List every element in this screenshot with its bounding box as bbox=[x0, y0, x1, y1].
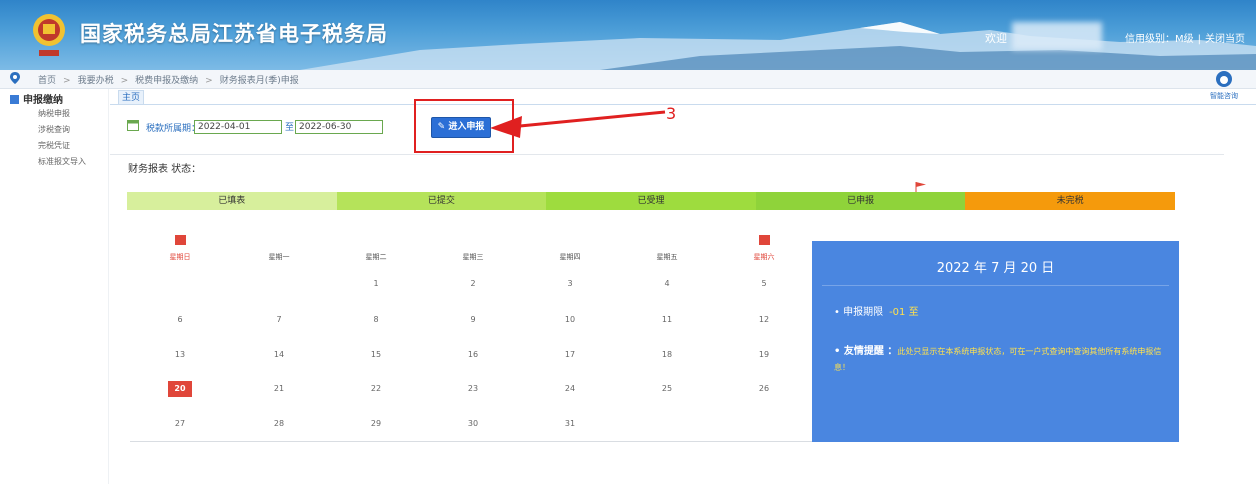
smart-consult-button[interactable]: 智能咨询 bbox=[1206, 70, 1242, 106]
breadcrumb-separator: > bbox=[120, 76, 129, 86]
weekend-marker-icon bbox=[175, 235, 186, 245]
breadcrumb-tax-handling[interactable]: 我要办税 bbox=[78, 76, 114, 86]
enter-declaration-label: 进入申报 bbox=[448, 122, 485, 132]
calendar-day[interactable]: 5 bbox=[752, 276, 776, 292]
tab-divider bbox=[110, 104, 1256, 105]
annotation-step-number: 3 bbox=[666, 104, 677, 123]
menu-square-icon bbox=[10, 95, 19, 104]
info-date: 2022 年 7 月 20 日 bbox=[936, 261, 1055, 276]
period-start-input[interactable]: 2022-04-01 bbox=[194, 120, 282, 134]
status-title: 财务报表 状态： bbox=[128, 164, 202, 175]
info-panel: 2022 年 7 月 20 日 • 申报期限 -01 至 • 友情提醒 ：此处只显… bbox=[812, 241, 1179, 442]
status-submitted: 已提交 bbox=[336, 192, 547, 210]
calendar-day[interactable]: 26 bbox=[752, 381, 776, 397]
calendar-day[interactable]: 2 bbox=[461, 276, 485, 292]
deadline-label: • 申报期限 bbox=[834, 307, 884, 318]
smart-consult-label: 智能咨询 bbox=[1210, 92, 1238, 100]
calendar-day[interactable]: 10 bbox=[558, 312, 582, 328]
sidebar-item-standard-import[interactable]: 标准报文导入 bbox=[38, 156, 86, 167]
calendar-icon bbox=[127, 120, 139, 131]
calendar-day[interactable]: 30 bbox=[461, 416, 485, 432]
welcome-text: 欢迎 bbox=[985, 32, 1007, 45]
calendar-day[interactable]: 14 bbox=[267, 347, 291, 363]
calendar-day[interactable]: 9 bbox=[461, 312, 485, 328]
weekday-sat: 星期六 bbox=[753, 253, 775, 261]
calendar-day[interactable]: 22 bbox=[364, 381, 388, 397]
calendar-day[interactable]: 27 bbox=[168, 416, 192, 432]
calendar-bottom-line bbox=[130, 441, 812, 442]
calendar-day[interactable]: 17 bbox=[558, 347, 582, 363]
flag-icon bbox=[915, 182, 926, 192]
header-separator: | bbox=[1197, 34, 1202, 45]
calendar-day[interactable]: 11 bbox=[655, 312, 679, 328]
calendar-day[interactable]: 12 bbox=[752, 312, 776, 328]
breadcrumb-separator: > bbox=[63, 76, 71, 86]
breadcrumb-separator: > bbox=[205, 76, 213, 86]
status-accepted: 已受理 bbox=[546, 192, 756, 210]
weekday-tue: 星期二 bbox=[365, 253, 387, 261]
status-progress-bar: 已填表 已提交 已受理 已申报 未完税 bbox=[127, 192, 1175, 210]
sidebar-item-tax-query[interactable]: 涉税查询 bbox=[38, 124, 70, 135]
content-divider bbox=[110, 154, 1224, 155]
calendar-day[interactable]: 3 bbox=[558, 276, 582, 292]
tab-home[interactable]: 主页 bbox=[118, 90, 144, 105]
sidebar: 申报缴纳 纳税申报 涉税查询 完税凭证 标准报文导入 bbox=[0, 89, 109, 484]
deadline-value: -01 至 bbox=[889, 307, 919, 318]
close-page-link[interactable]: 关闭当页 bbox=[1205, 34, 1245, 45]
info-divider bbox=[822, 285, 1169, 286]
period-to-label: 至 bbox=[285, 123, 295, 133]
status-unpaid: 未完税 bbox=[965, 192, 1175, 210]
calendar-day[interactable]: 21 bbox=[267, 381, 291, 397]
period-end-input[interactable]: 2022-06-30 bbox=[295, 120, 383, 134]
calendar-day[interactable]: 31 bbox=[558, 416, 582, 432]
calendar-day[interactable]: 1 bbox=[364, 276, 388, 292]
sidebar-item-tax-certificate[interactable]: 完税凭证 bbox=[38, 140, 70, 151]
sidebar-header[interactable]: 申报缴纳 bbox=[10, 91, 63, 106]
sidebar-title: 申报缴纳 bbox=[23, 95, 63, 106]
weekday-thu: 星期四 bbox=[559, 253, 581, 261]
location-pin-icon bbox=[10, 72, 20, 84]
calendar-day-today[interactable]: 20 bbox=[168, 381, 192, 397]
calendar-day[interactable]: 29 bbox=[364, 416, 388, 432]
calendar-day[interactable]: 16 bbox=[461, 347, 485, 363]
weekday-sun: 星期日 bbox=[169, 253, 191, 261]
header-banner: 国家税务总局江苏省电子税务局 欢迎 信用级别：M级 | 关闭当页 bbox=[0, 0, 1256, 70]
weekday-wed: 星期三 bbox=[462, 253, 484, 261]
enter-declaration-button[interactable]: ✎ 进入申报 bbox=[431, 117, 491, 138]
calendar-day[interactable]: 23 bbox=[461, 381, 485, 397]
calendar-day[interactable]: 4 bbox=[655, 276, 679, 292]
calendar-day[interactable]: 25 bbox=[655, 381, 679, 397]
redacted-username bbox=[1012, 22, 1102, 50]
calendar-day[interactable]: 24 bbox=[558, 381, 582, 397]
sidebar-item-tax-declaration[interactable]: 纳税申报 bbox=[38, 108, 70, 119]
site-title: 国家税务总局江苏省电子税务局 bbox=[80, 22, 388, 46]
calendar-day[interactable]: 15 bbox=[364, 347, 388, 363]
edit-icon: ✎ bbox=[437, 122, 446, 132]
calendar-day[interactable]: 28 bbox=[267, 416, 291, 432]
calendar-day[interactable]: 19 bbox=[752, 347, 776, 363]
status-declared: 已申报 bbox=[755, 192, 966, 210]
tax-emblem-icon bbox=[33, 14, 65, 56]
breadcrumb-home[interactable]: 首页 bbox=[38, 76, 56, 86]
weekend-marker-icon bbox=[759, 235, 770, 245]
breadcrumb-current: 财务报表月(季)申报 bbox=[219, 76, 299, 86]
weekday-fri: 星期五 bbox=[656, 253, 678, 261]
deadline: • 申报期限 -01 至 bbox=[834, 303, 919, 318]
credit-level-text: 信用级别：M级 bbox=[1125, 34, 1194, 45]
breadcrumb-declaration[interactable]: 税费申报及缴纳 bbox=[135, 76, 198, 86]
calendar-day[interactable]: 18 bbox=[655, 347, 679, 363]
calendar-day[interactable]: 7 bbox=[267, 312, 291, 328]
period-label: 税款所属期： bbox=[146, 124, 201, 134]
reminder: • 友情提醒 ：此处只显示在本系统申报状态，可在一户式查询中查询其他所有系统申报… bbox=[834, 344, 1170, 376]
credit-level: 信用级别：M级 | 关闭当页 bbox=[1125, 30, 1245, 45]
headset-icon bbox=[1216, 71, 1232, 87]
reminder-label: • 友情提醒 ： bbox=[834, 346, 898, 357]
calendar-day[interactable]: 8 bbox=[364, 312, 388, 328]
status-filled: 已填表 bbox=[127, 192, 337, 210]
calendar-day[interactable]: 6 bbox=[168, 312, 192, 328]
weekday-mon: 星期一 bbox=[268, 253, 290, 261]
annotation-arrow-icon bbox=[490, 110, 666, 138]
breadcrumb: 首页 > 我要办税 > 税费申报及缴纳 > 财务报表月(季)申报 bbox=[0, 70, 1256, 89]
calendar-day[interactable]: 13 bbox=[168, 347, 192, 363]
